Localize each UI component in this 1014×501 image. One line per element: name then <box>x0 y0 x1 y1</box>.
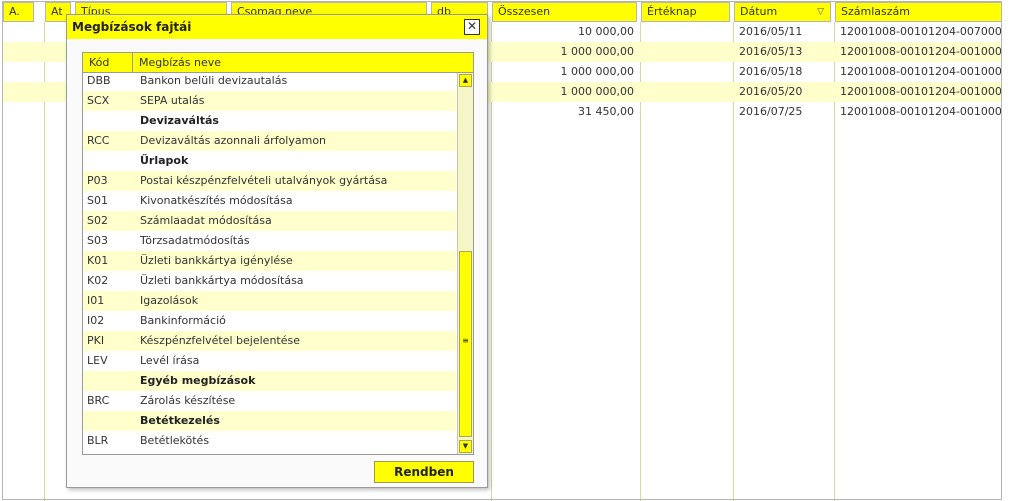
close-icon[interactable]: ✕ <box>464 19 480 35</box>
item-name: SEPA utalás <box>140 94 205 107</box>
list-header-name[interactable]: Megbízás neve <box>133 53 457 72</box>
list-item[interactable]: BLR Betétlekötés <box>83 431 456 451</box>
row-date: 2016/07/25 <box>739 105 803 118</box>
item-code: S01 <box>87 194 108 207</box>
item-code: S03 <box>87 234 108 247</box>
item-name: Számlaadat módosítása <box>140 214 272 227</box>
list-item[interactable]: K01 Üzleti bankkártya igénylése <box>83 251 456 271</box>
row-total: 1 000 000,00 <box>560 85 634 98</box>
item-name: Igazolások <box>140 294 199 307</box>
list-header-code[interactable]: Kód <box>83 53 133 72</box>
item-code: LEV <box>87 354 108 367</box>
list-group-header: Űrlapok <box>83 151 456 171</box>
list-item[interactable]: SCX SEPA utalás <box>83 91 456 111</box>
list-item[interactable]: BRC Zárolás készítése <box>83 391 456 411</box>
item-code: BRC <box>87 394 110 407</box>
list-item[interactable]: P03 Postai készpénzfelvételi utalványok g… <box>83 171 456 191</box>
row-date: 2016/05/13 <box>739 45 803 58</box>
item-code: K02 <box>87 274 109 287</box>
item-name: Üzleti bankkártya módosítása <box>140 274 304 287</box>
item-code: BLR <box>87 434 109 447</box>
list-item[interactable]: S02 Számlaadat módosítása <box>83 211 456 231</box>
col-header-date[interactable]: Dátum ▽ <box>734 2 831 22</box>
row-account: 12001008-00101204-00100000 <box>840 85 1001 98</box>
item-code: RCC <box>87 134 110 147</box>
row-account: 12001008-00101204-00100000 <box>840 45 1001 58</box>
item-name: Betétkezelés <box>140 414 220 427</box>
item-name: Bankon belüli devizautalás <box>140 74 288 87</box>
item-name: Kivonatkészítés módosítása <box>140 194 293 207</box>
list-item[interactable]: I02 Bankinformáció <box>83 311 456 331</box>
row-total: 1 000 000,00 <box>560 65 634 78</box>
item-code: P03 <box>87 174 108 187</box>
item-name: Devizaváltás azonnali árfolyamon <box>140 134 327 147</box>
row-date: 2016/05/11 <box>739 25 803 38</box>
item-code: I02 <box>87 314 105 327</box>
col-header-total[interactable]: Összesen <box>492 2 637 22</box>
list-scrollbar[interactable]: ▲ ≡ ▼ <box>457 73 473 454</box>
list-header: Kód Megbízás neve <box>83 53 473 73</box>
list-group-header: Betétkezelés <box>83 411 456 431</box>
list-item[interactable]: S03 Törzsadatmódosítás <box>83 231 456 251</box>
list-item[interactable]: S01 Kivonatkészítés módosítása <box>83 191 456 211</box>
item-name: Bankinformáció <box>140 314 226 327</box>
scroll-down-icon[interactable]: ▼ <box>459 440 472 453</box>
list-item[interactable]: DBB Bankon belüli devizautalás <box>83 73 456 91</box>
col-header-value-date[interactable]: Értéknap <box>641 2 730 22</box>
item-name: Devizaváltás <box>140 114 219 127</box>
item-code: K01 <box>87 254 109 267</box>
item-name: Egyéb megbízások <box>140 374 256 387</box>
row-account: 12001008-00101204-00700000 <box>840 25 1001 38</box>
list-group-header: Devizaváltás <box>83 111 456 131</box>
item-code: SCX <box>87 94 110 107</box>
item-code: S02 <box>87 214 108 227</box>
list-item[interactable]: I01 Igazolások <box>83 291 456 311</box>
col-header-a[interactable]: A. <box>3 2 34 22</box>
order-types-list: Kód Megbízás neve DBB Bankon belüli deviz… <box>82 52 474 455</box>
item-code: DBB <box>87 74 111 87</box>
scroll-up-icon[interactable]: ▲ <box>459 74 472 87</box>
row-account: 12001008-00101204-00100000 <box>840 105 1001 118</box>
list-item[interactable]: RCC Devizaváltás azonnali árfolyamon <box>83 131 456 151</box>
item-code: PKI <box>87 334 105 347</box>
list-item[interactable]: LEV Levél írása <box>83 351 456 371</box>
ok-button[interactable]: Rendben <box>374 461 474 483</box>
item-name: Betétlekötés <box>140 434 210 447</box>
list-body: DBB Bankon belüli devizautalás SCX SEPA uta… <box>83 73 456 454</box>
item-name: Űrlapok <box>140 154 189 167</box>
col-header-account[interactable]: Számlaszám <box>835 2 1002 22</box>
row-date: 2016/05/20 <box>739 85 803 98</box>
grip-icon: ≡ <box>462 336 469 345</box>
scrollbar-thumb[interactable]: ≡ <box>459 251 472 437</box>
item-code: I01 <box>87 294 105 307</box>
row-total: 1 000 000,00 <box>560 45 634 58</box>
row-total: 10 000,00 <box>578 25 634 38</box>
item-name: Készpénzfelvétel bejelentése <box>140 334 300 347</box>
list-item[interactable]: PKI Készpénzfelvétel bejelentése <box>83 331 456 351</box>
order-types-dialog: Megbízások fajtái ✕ Kód Megbízás neve DB… <box>66 14 488 488</box>
dialog-title: Megbízások fajtái <box>67 15 487 39</box>
item-name: Postai készpénzfelvételi utalványok gyár… <box>140 174 388 187</box>
col-header-date-label: Dátum <box>740 5 778 18</box>
sort-descending-icon[interactable]: ▽ <box>817 3 824 21</box>
row-total: 31 450,00 <box>578 105 634 118</box>
item-name: Levél írása <box>140 354 200 367</box>
item-name: Törzsadatmódosítás <box>140 234 250 247</box>
item-name: Üzleti bankkártya igénylése <box>140 254 293 267</box>
item-name: Zárolás készítése <box>140 394 236 407</box>
list-group-header: Egyéb megbízások <box>83 371 456 391</box>
row-account: 12001008-00101204-00100000 <box>840 65 1001 78</box>
list-item[interactable]: K02 Üzleti bankkártya módosítása <box>83 271 456 291</box>
row-date: 2016/05/18 <box>739 65 803 78</box>
